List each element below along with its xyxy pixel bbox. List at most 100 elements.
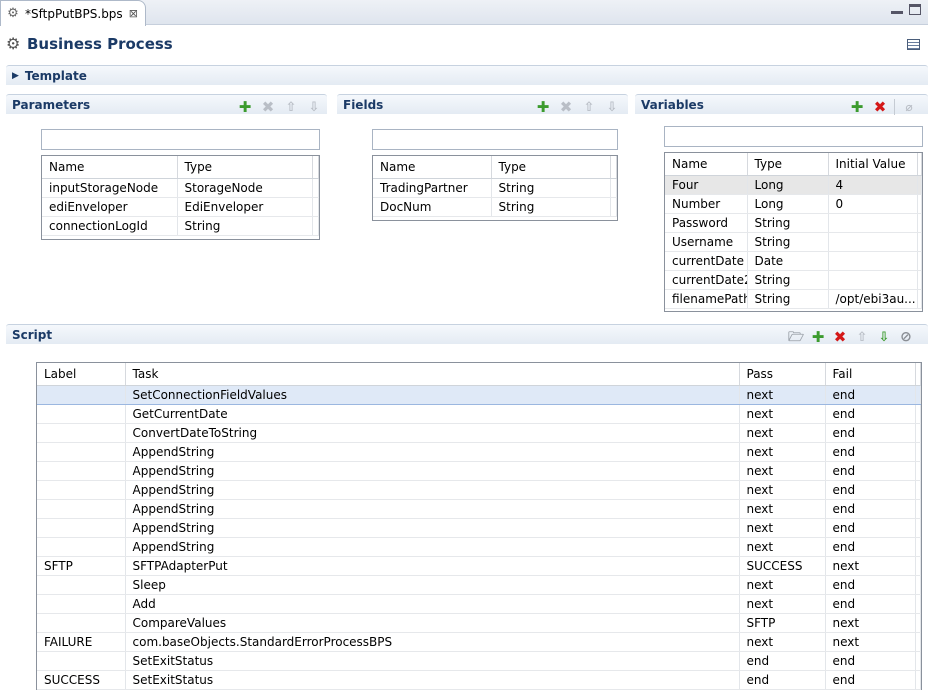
cell-initial-value <box>828 232 918 252</box>
cell-label <box>37 442 126 462</box>
column-header-type[interactable]: Type <box>491 156 611 179</box>
cell-label <box>37 404 126 424</box>
script-row[interactable]: FAILURE com.baseObjects.StandardErrorProc… <box>37 632 921 652</box>
cell-pass: next <box>739 537 826 557</box>
delete-step-button[interactable]: ✖ <box>831 329 849 345</box>
script-row[interactable]: SFTP SFTPAdapterPut SUCCESS next <box>37 556 921 576</box>
cell-pass: next <box>739 499 826 519</box>
add-parameter-button[interactable]: ✚ <box>236 99 254 115</box>
cell-type: String <box>747 270 829 290</box>
cell-name: connectionLogId <box>42 216 178 236</box>
toolbar-separator <box>894 99 895 115</box>
column-header-fail[interactable]: Fail <box>825 363 916 386</box>
script-row[interactable]: AppendString next end <box>37 461 921 481</box>
cell-filler <box>915 670 921 690</box>
disable-step-icon[interactable]: ⊘ <box>897 329 915 345</box>
cell-type: String <box>491 178 611 198</box>
script-row[interactable]: AppendString next end <box>37 537 921 557</box>
move-down-step-button[interactable]: ⇩ <box>875 329 893 345</box>
table-row[interactable]: ediEnveloper EdiEnveloper <box>42 197 319 217</box>
expand-triangle-icon: ▶ <box>12 70 19 81</box>
cell-label: SUCCESS <box>37 670 126 690</box>
script-row[interactable]: GetCurrentDate next end <box>37 404 921 424</box>
column-header-label[interactable]: Label <box>37 363 126 386</box>
open-folder-icon[interactable]: 🗁 <box>787 329 805 345</box>
script-row[interactable]: ConvertDateToString next end <box>37 423 921 443</box>
cell-label <box>37 575 126 595</box>
cell-filler <box>917 175 922 195</box>
script-row[interactable]: Sleep next end <box>37 575 921 595</box>
column-header-type[interactable]: Type <box>177 156 313 179</box>
cell-filler <box>915 632 921 652</box>
table-row[interactable]: Four Long 4 <box>665 175 922 195</box>
table-row[interactable]: Number Long 0 <box>665 194 922 214</box>
move-down-parameter-button[interactable]: ⇩ <box>305 99 323 115</box>
fields-filter-input[interactable] <box>372 129 618 150</box>
minimize-button[interactable] <box>891 4 903 14</box>
table-row[interactable]: currentDate2 String <box>665 270 922 290</box>
table-row[interactable]: Password String <box>665 213 922 233</box>
column-header-name[interactable]: Name <box>373 156 492 179</box>
table-row[interactable]: filenamePath String/opt/ebi3au... <box>665 289 922 309</box>
delete-parameter-button[interactable]: ✖ <box>259 99 277 115</box>
cell-filler <box>312 178 319 198</box>
cell-filler <box>610 197 617 217</box>
cell-label <box>37 518 126 538</box>
table-row[interactable]: Username String <box>665 232 922 252</box>
variables-filter-input[interactable] <box>664 126 923 147</box>
move-up-field-button[interactable]: ⇧ <box>580 99 598 115</box>
script-row[interactable]: AppendString next end <box>37 480 921 500</box>
move-down-field-button[interactable]: ⇩ <box>603 99 621 115</box>
cell-type: Long <box>747 194 829 214</box>
column-header-type[interactable]: Type <box>747 153 829 176</box>
add-step-button[interactable]: ✚ <box>809 329 827 345</box>
table-row[interactable]: DocNum String <box>373 197 617 217</box>
cell-label <box>37 423 126 443</box>
editor-tab[interactable]: ⚙ *SftpPutBPS.bps ⊠ <box>0 0 146 26</box>
table-row[interactable]: TradingPartner String <box>373 178 617 198</box>
script-row[interactable]: AppendString next end <box>37 442 921 462</box>
parameters-table: Name Type inputStorageNode StorageNode ed… <box>41 155 320 240</box>
column-header-initial-value[interactable]: Initial Value <box>828 153 918 176</box>
template-section-toggle[interactable]: ▶ Template <box>6 65 928 85</box>
cell-filler <box>917 232 922 252</box>
clear-variable-icon[interactable]: ⌀ <box>900 99 918 115</box>
cell-name: filenamePath <box>665 289 748 309</box>
table-view-icon[interactable] <box>907 39 920 50</box>
cell-task: AppendString <box>125 480 740 500</box>
table-row[interactable]: inputStorageNode StorageNode <box>42 178 319 198</box>
close-tab-icon[interactable]: ⊠ <box>129 7 138 20</box>
column-header-pass[interactable]: Pass <box>739 363 826 386</box>
script-row[interactable]: AppendString next end <box>37 518 921 538</box>
add-field-button[interactable]: ✚ <box>534 99 552 115</box>
delete-variable-button[interactable]: ✖ <box>871 99 889 115</box>
column-header-name[interactable]: Name <box>42 156 178 179</box>
column-header-task[interactable]: Task <box>125 363 740 386</box>
cell-task: SetExitStatus <box>125 651 740 671</box>
script-row[interactable]: SetExitStatus end end <box>37 651 921 671</box>
move-up-step-button[interactable]: ⇧ <box>853 329 871 345</box>
script-row[interactable]: CompareValues SFTP next <box>37 613 921 633</box>
add-variable-button[interactable]: ✚ <box>848 99 866 115</box>
cell-task: SetExitStatus <box>125 670 740 690</box>
cell-fail: next <box>825 556 916 576</box>
cell-fail: end <box>825 594 916 614</box>
maximize-button[interactable] <box>909 4 921 15</box>
cell-filler <box>312 216 319 236</box>
cell-task: CompareValues <box>125 613 740 633</box>
script-row[interactable]: SetConnectionFieldValues next end <box>37 384 921 405</box>
table-row[interactable]: connectionLogId String <box>42 216 319 236</box>
delete-field-button[interactable]: ✖ <box>557 99 575 115</box>
cell-initial-value: 4 <box>828 175 918 195</box>
script-row[interactable]: Add next end <box>37 594 921 614</box>
cell-pass: end <box>739 651 826 671</box>
cell-initial-value <box>828 251 918 271</box>
script-row[interactable]: AppendString next end <box>37 499 921 519</box>
parameters-filter-input[interactable] <box>41 129 320 150</box>
cell-fail: end <box>825 461 916 481</box>
column-header-name[interactable]: Name <box>665 153 748 176</box>
move-up-parameter-button[interactable]: ⇧ <box>282 99 300 115</box>
table-row[interactable]: currentDate Date <box>665 251 922 271</box>
script-row[interactable]: SUCCESS SetExitStatus end end <box>37 670 921 690</box>
cell-filler <box>915 537 921 557</box>
